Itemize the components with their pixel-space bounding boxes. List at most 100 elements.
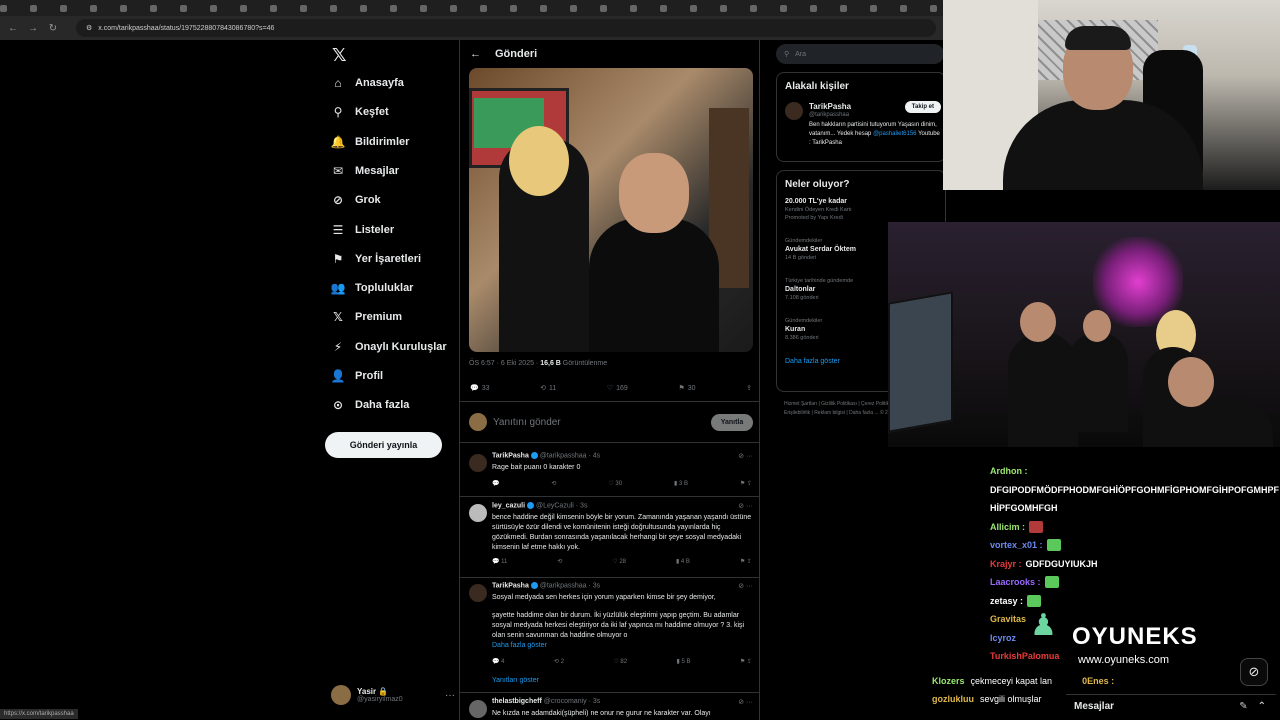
reply-action[interactable]: 💬 4 [492, 658, 504, 665]
url-field[interactable]: ⚙ x.com/tarikpasshaa/status/197522880784… [76, 19, 936, 37]
x-logo-icon[interactable]: 𝕏 [332, 45, 347, 66]
nav-item-mesajlar[interactable]: ✉ Mesajlar [331, 160, 399, 182]
forward-icon[interactable]: → [28, 23, 38, 34]
chat-username[interactable]: Gravitas [990, 610, 1026, 629]
reply-tweet[interactable]: TarikPasha @tarikpasshaa · 4s ⊘ ··· Rage… [460, 450, 759, 494]
browser-tab[interactable] [690, 2, 716, 14]
follow-button[interactable]: Takip et [904, 101, 941, 113]
repost-action[interactable]: ⟲ 2 [554, 658, 564, 665]
reply-tweet[interactable]: thelastbigcheff @crocomaniy · 3s ⊘ ··· N… [460, 696, 759, 720]
more-dots-icon[interactable]: ⊘ ··· [738, 582, 753, 590]
grok-icon[interactable]: ⊘ [1240, 658, 1268, 686]
reply-button[interactable]: Yanıtla [711, 413, 753, 431]
account-switcher[interactable]: Yasir 🔒 @yasiryilmaz0 ··· [331, 685, 455, 705]
browser-tab[interactable] [330, 2, 356, 14]
browser-tab[interactable] [720, 2, 746, 14]
reply-input[interactable]: Yanıtını gönder [493, 417, 561, 428]
browser-tab[interactable] [180, 2, 206, 14]
browser-tab[interactable] [270, 2, 296, 14]
nav-item-topluluklar[interactable]: 👥 Topluluklar [331, 277, 414, 299]
nav-item-yer-i-şaretleri[interactable]: ⚑ Yer İşaretleri [331, 248, 421, 270]
nav-item-daha-fazla[interactable]: ⊙ Daha fazla [331, 394, 409, 416]
browser-tab[interactable] [840, 2, 866, 14]
chat-username[interactable]: gozlukluu [932, 694, 974, 704]
bookmark-icon[interactable]: ⚑ ⇪ [740, 658, 752, 665]
chat-username[interactable]: Klozers [932, 676, 965, 686]
post-photo[interactable] [469, 68, 753, 352]
browser-tab[interactable] [150, 2, 176, 14]
bookmark-action[interactable]: ⚑ 30 [678, 384, 695, 393]
browser-tab[interactable] [870, 2, 896, 14]
reply-tweet[interactable]: TarikPasha @tarikpasshaa · 3s ⊘ ··· Sosy… [460, 580, 759, 690]
browser-tab[interactable] [390, 2, 416, 14]
messages-drawer[interactable]: Mesajlar ✎ ⌃ [1066, 694, 1276, 718]
chat-username[interactable]: vortex_x01 : [990, 536, 1043, 555]
search-input[interactable]: ⚲ Ara [776, 44, 944, 64]
nav-item-anasayfa[interactable]: ⌂ Anasayfa [331, 72, 404, 94]
site-info-icon[interactable]: ⚙ [86, 24, 92, 32]
chat-username[interactable]: Allicim : [990, 518, 1025, 537]
reply-tweet[interactable]: ley_cazuli @LeyCazuli · 3s ⊘ ··· bence h… [460, 500, 759, 574]
browser-tab[interactable] [570, 2, 596, 14]
reply-icon[interactable]: 💬 [492, 480, 499, 487]
chevron-up-icon[interactable]: ⌃ [1258, 701, 1266, 712]
post-button[interactable]: Gönderi yayınla [325, 432, 442, 458]
more-dots-icon[interactable]: ⊘ ··· [738, 698, 753, 706]
show-replies-link[interactable]: Yanıtları göster [492, 677, 539, 684]
bookmark-icon[interactable]: ⚑ ⇪ [740, 480, 752, 487]
browser-tab[interactable] [60, 2, 86, 14]
show-more-link[interactable]: Daha fazla göster [492, 641, 754, 651]
reply-action[interactable]: 💬 33 [470, 384, 490, 393]
views-action[interactable]: ▮ 5 B [676, 658, 690, 665]
more-dots-icon[interactable]: ⊘ ··· [738, 502, 753, 510]
back-arrow-icon[interactable]: ← [470, 48, 481, 60]
repost-icon[interactable]: ⟲ [551, 480, 556, 487]
browser-tab[interactable] [510, 2, 536, 14]
browser-tab[interactable] [240, 2, 266, 14]
views-action[interactable]: ▮ 3 B [674, 480, 688, 487]
chat-username[interactable]: Laacrooks : [990, 573, 1041, 592]
views-action[interactable]: ▮ 4 B [676, 558, 690, 565]
reload-icon[interactable]: ↻ [48, 23, 58, 34]
chat-username[interactable]: Ardhon : [990, 462, 1028, 481]
browser-tab[interactable] [480, 2, 506, 14]
browser-tab[interactable] [300, 2, 326, 14]
browser-tab[interactable] [600, 2, 626, 14]
nav-item-keşfet[interactable]: ⚲ Keşfet [331, 101, 389, 123]
browser-tab[interactable] [90, 2, 116, 14]
chat-username[interactable]: 0Enes : [1082, 676, 1114, 686]
nav-item-grok[interactable]: ⊘ Grok [331, 189, 381, 211]
browser-tab[interactable] [360, 2, 386, 14]
browser-tab[interactable] [30, 2, 56, 14]
repost-action[interactable]: ⟲ 11 [540, 384, 556, 393]
browser-tab[interactable] [750, 2, 776, 14]
repost-icon[interactable]: ⟲ [557, 558, 562, 565]
nav-item-listeler[interactable]: ☰ Listeler [331, 219, 395, 241]
browser-tab[interactable] [0, 2, 26, 14]
browser-tab[interactable] [450, 2, 476, 14]
browser-tab[interactable] [630, 2, 656, 14]
browser-tab[interactable] [660, 2, 686, 14]
like-action[interactable]: ♡ 28 [612, 558, 626, 565]
browser-tab[interactable] [780, 2, 806, 14]
like-action[interactable]: ♡ 169 [607, 384, 628, 393]
browser-tab[interactable] [540, 2, 566, 14]
related-person[interactable]: TarikPasha @tarikpasshaa Takip et Ben ha… [777, 100, 945, 160]
chat-username[interactable]: Krajyr : [990, 555, 1022, 574]
share-action[interactable]: ⇪ [746, 384, 752, 392]
nav-item-premium[interactable]: 𝕏 Premium [331, 306, 402, 328]
nav-item-bildirimler[interactable]: 🔔 Bildirimler [331, 131, 410, 153]
browser-tab[interactable] [210, 2, 236, 14]
like-action[interactable]: ♡ 30 [608, 480, 622, 487]
like-action[interactable]: ♡ 82 [613, 658, 627, 665]
browser-tab[interactable] [120, 2, 146, 14]
browser-tab[interactable] [810, 2, 836, 14]
chat-username[interactable]: zetasy : [990, 592, 1023, 611]
back-icon[interactable]: ← [8, 23, 18, 34]
reply-action[interactable]: 💬 11 [492, 558, 507, 565]
bookmark-icon[interactable]: ⚑ ⇪ [740, 558, 752, 565]
nav-item-profil[interactable]: 👤 Profil [331, 365, 384, 387]
compose-message-icon[interactable]: ✎ [1239, 701, 1247, 712]
browser-tab[interactable] [900, 2, 926, 14]
chat-username[interactable]: Icyroz [990, 629, 1016, 648]
